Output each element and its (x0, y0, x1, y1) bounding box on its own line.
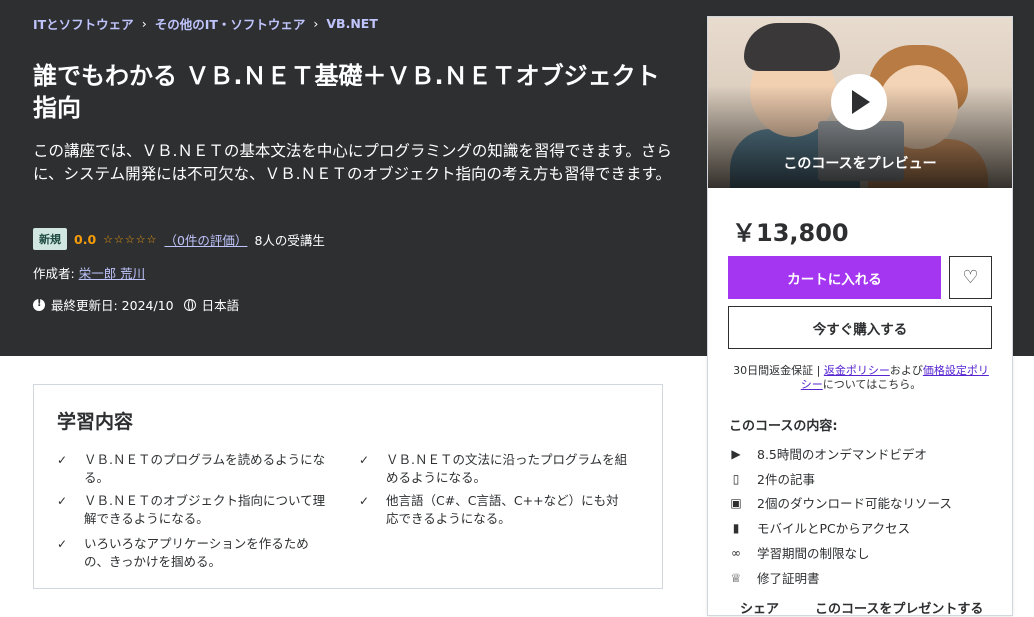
new-badge: 新規 (33, 228, 67, 250)
include-item: ▣ 2個のダウンロード可能なリソース (730, 495, 952, 512)
rating-score: 0.0 (74, 231, 97, 247)
check-icon: ✓ (359, 494, 370, 508)
file-icon: ▯ (732, 471, 740, 486)
course-preview[interactable]: このコースをプレビュー (708, 17, 1012, 188)
globe-icon (183, 298, 196, 311)
course-title: 誰でもわかる ＶＢ.ＮＥＴ基礎＋ＶＢ.ＮＥＴオブジェクト指向 (33, 62, 660, 122)
preview-label: このコースをプレビュー (783, 156, 937, 172)
purchase-sidebar: このコースをプレビュー ￥13,800 カートに入れる ♡ 今すぐ購入する 30… (707, 16, 1013, 617)
gift-course-button[interactable]: このコースをプレゼントする (815, 598, 983, 617)
breadcrumb-item[interactable]: その他のIT・ソフトウェア (155, 14, 306, 33)
add-to-cart-button[interactable]: カートに入れる (728, 256, 941, 299)
course-description: この講座では、ＶＢ.ＮＥＴの基本文法を中心にプログラミングの知識を習得できます。… (33, 142, 672, 183)
include-item: ▶ 8.5時間のオンデマンドビデオ (729, 444, 927, 463)
learn-heading: 学習内容 (57, 411, 134, 433)
course-meta: 最終更新日: 2024/10 日本語 (33, 295, 239, 314)
refund-policy-link[interactable]: 返金ポリシー (824, 364, 890, 377)
last-updated: 最終更新日: 2024/10 (51, 298, 174, 313)
course-price: ￥13,800 (732, 219, 849, 247)
infinity-icon: ∞ (731, 545, 741, 560)
wishlist-button[interactable]: ♡ (949, 256, 992, 299)
include-item: ▮ モバイルとPCからアクセス (729, 518, 910, 537)
sidebar-footer: シェア このコースをプレゼントする (740, 598, 983, 617)
include-item: ♕ 修了証明書 (730, 570, 820, 587)
learn-item: ✓ 他言語（C#、C言語、C++など）にも対応できるようになる。 (359, 493, 619, 526)
what-you-learn-box: 学習内容 ✓ ＶＢ.ＮＥＴのプログラムを読めるようになる。 ✓ ＶＢ.ＮＥＴの文… (33, 384, 663, 589)
check-icon: ✓ (359, 453, 370, 467)
buy-now-button[interactable]: 今すぐ購入する (728, 306, 992, 349)
check-icon: ✓ (57, 537, 68, 551)
video-icon: ▶ (731, 446, 741, 461)
author-link[interactable]: 栄一郎 荒川 (79, 266, 145, 281)
author-label: 作成者: (33, 266, 75, 281)
and-text: および (889, 364, 923, 377)
learn-item: ✓ いろいろなアプリケーションを作るための、きっかけを掴める。 (57, 536, 309, 569)
learn-item: ✓ ＶＢ.ＮＥＴのプログラムを読めるようになる。 (57, 452, 326, 485)
share-button[interactable]: シェア (740, 598, 779, 617)
include-item: ∞ 学習期間の制限なし (731, 545, 870, 562)
policy-tail-text: についてはこちら。 (822, 378, 922, 391)
breadcrumb-item[interactable]: ITとソフトウェア (33, 14, 134, 33)
mobile-icon: ▮ (732, 520, 740, 535)
learn-item: ✓ ＶＢ.ＮＥＴの文法に沿ったプログラムを組めるようになる。 (359, 452, 628, 485)
folder-download-icon: ▣ (730, 495, 742, 510)
student-count: 8人の受講生 (254, 232, 325, 248)
author-line: 作成者: 栄一郎 荒川 (33, 263, 145, 282)
check-icon: ✓ (57, 494, 68, 508)
breadcrumb-item[interactable]: VB.NET (326, 16, 377, 31)
check-icon: ✓ (57, 453, 68, 467)
includes-title: このコースの内容: (729, 419, 838, 434)
alert-icon (33, 298, 45, 311)
chevron-right-icon: › (141, 16, 147, 31)
learn-item: ✓ ＶＢ.ＮＥＴのオブジェクト指向について理解できるようになる。 (57, 493, 326, 526)
play-icon[interactable] (831, 74, 887, 130)
rating-count-link[interactable]: （0件の評価） (164, 230, 247, 249)
breadcrumb: ITとソフトウェア › その他のIT・ソフトウェア › VB.NET (33, 14, 378, 33)
guarantee-separator: | (813, 364, 824, 377)
chevron-right-icon: › (313, 16, 319, 31)
course-language: 日本語 (201, 298, 240, 313)
guarantee-text: 30日間返金保証 | 返金ポリシーおよび価格設定ポリシーについてはこちら。 (730, 364, 992, 392)
heart-icon: ♡ (962, 267, 979, 288)
include-item: ▯ 2件の記事 (729, 469, 815, 488)
star-rating-icon: ☆☆☆☆☆ (103, 232, 158, 246)
rating-row: 新規 0.0 ☆☆☆☆☆ （0件の評価） 8人の受講生 (33, 228, 325, 250)
guarantee-label: 30日間返金保証 (733, 364, 814, 377)
trophy-icon: ♕ (730, 570, 742, 585)
